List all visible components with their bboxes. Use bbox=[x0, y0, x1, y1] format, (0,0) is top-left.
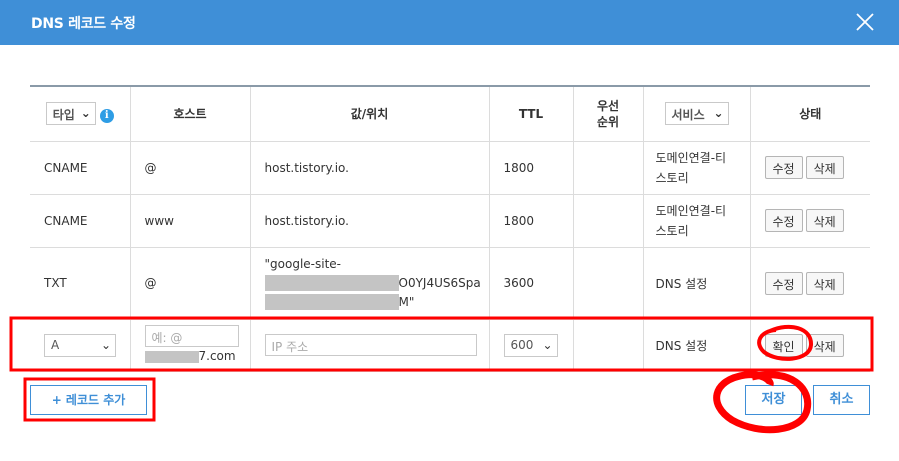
delete-button[interactable]: 삭제 bbox=[805, 333, 844, 357]
row-priority bbox=[573, 247, 644, 320]
service-filter-select[interactable]: 서비스 ⌄ bbox=[664, 102, 729, 126]
new-row-type: A ⌄ bbox=[30, 319, 131, 372]
ttl-select[interactable]: 600 ⌄ bbox=[503, 333, 558, 357]
row-type: TXT bbox=[30, 247, 131, 320]
row-priority bbox=[573, 194, 644, 248]
chevron-down-icon: ⌄ bbox=[80, 106, 91, 121]
row-service: DNS 설정 bbox=[643, 247, 751, 320]
redacted-block bbox=[144, 350, 199, 363]
row-actions: 수정 삭제 bbox=[750, 247, 870, 320]
row-priority bbox=[573, 141, 644, 195]
dns-records-table: 타입 ⌄ i 호스트 값/위치 TTL 우선 순위 서비스 ⌄ 상태 CNAME @ … bbox=[30, 85, 870, 372]
new-row-host: 예: @ 7.com bbox=[130, 319, 251, 372]
txt-value-line1: "google-site- bbox=[264, 256, 342, 271]
close-icon[interactable] bbox=[853, 10, 877, 34]
dialog-title: DNS 레코드 수정 bbox=[31, 16, 136, 32]
new-row-service: DNS 설정 bbox=[643, 319, 751, 372]
table-row: CNAME @ host.tistory.io. 1800 도메인연결-티 스토… bbox=[30, 141, 870, 195]
row-type: CNAME bbox=[30, 194, 131, 248]
new-row-priority bbox=[573, 319, 644, 372]
header-status: 상태 bbox=[750, 86, 870, 142]
row-ttl: 1800 bbox=[489, 194, 574, 248]
info-icon[interactable]: i bbox=[99, 108, 114, 123]
save-button[interactable]: 저장 bbox=[745, 385, 802, 415]
header-type: 타입 ⌄ i bbox=[30, 86, 131, 142]
chevron-down-icon: ⌄ bbox=[713, 106, 724, 121]
header-host: 호스트 bbox=[130, 86, 251, 142]
header-service: 서비스 ⌄ bbox=[643, 86, 751, 142]
new-row-value: IP 주소 bbox=[250, 319, 490, 372]
new-row-actions: 확인 삭제 bbox=[750, 319, 870, 372]
row-value: host.tistory.io. bbox=[250, 194, 490, 248]
type-filter-select[interactable]: 타입 ⌄ bbox=[45, 102, 96, 126]
cancel-button[interactable]: 취소 bbox=[813, 385, 870, 415]
row-host: www bbox=[130, 194, 251, 248]
delete-button[interactable]: 삭제 bbox=[805, 209, 844, 232]
row-type: CNAME bbox=[30, 141, 131, 195]
edit-button[interactable]: 수정 bbox=[764, 209, 803, 232]
new-record-row: A ⌄ 예: @ 7.com IP 주소 600 ⌄ DNS 설정 확인 삭제 bbox=[30, 319, 870, 372]
row-service: 도메인연결-티 스토리 bbox=[643, 194, 751, 248]
row-ttl: 1800 bbox=[489, 141, 574, 195]
host-input[interactable]: 예: @ bbox=[144, 325, 239, 347]
txt-value-line2: O0YJ4US6Spa bbox=[264, 274, 489, 293]
table-row: TXT @ "google-site- O0YJ4US6Spa M" 3600 … bbox=[30, 247, 870, 320]
table-header-row: 타입 ⌄ i 호스트 값/위치 TTL 우선 순위 서비스 ⌄ 상태 bbox=[30, 86, 870, 142]
table-row: CNAME www host.tistory.io. 1800 도메인연결-티 … bbox=[30, 194, 870, 248]
confirm-button[interactable]: 확인 bbox=[764, 333, 803, 357]
delete-button[interactable]: 삭제 bbox=[805, 271, 844, 295]
dialog-titlebar: DNS 레코드 수정 bbox=[0, 0, 899, 45]
row-host: @ bbox=[130, 141, 251, 195]
header-priority: 우선 순위 bbox=[573, 86, 644, 142]
redacted-block bbox=[264, 294, 399, 310]
chevron-down-icon: ⌄ bbox=[100, 337, 111, 352]
add-record-button[interactable]: + 레코드 추가 bbox=[30, 385, 147, 415]
delete-button[interactable]: 삭제 bbox=[805, 156, 844, 179]
new-row-ttl: 600 ⌄ bbox=[489, 319, 574, 372]
row-value: "google-site- O0YJ4US6Spa M" bbox=[250, 247, 490, 320]
row-service: 도메인연결-티 스토리 bbox=[643, 141, 751, 195]
type-select[interactable]: A ⌄ bbox=[44, 333, 116, 357]
chevron-down-icon: ⌄ bbox=[542, 337, 553, 352]
row-host: @ bbox=[130, 247, 251, 320]
ip-address-input[interactable]: IP 주소 bbox=[264, 334, 477, 356]
row-actions: 수정 삭제 bbox=[750, 141, 870, 195]
row-actions: 수정 삭제 bbox=[750, 194, 870, 248]
row-ttl: 3600 bbox=[489, 247, 574, 320]
host-domain-suffix: 7.com bbox=[144, 347, 250, 365]
redacted-block bbox=[264, 275, 399, 291]
row-value: host.tistory.io. bbox=[250, 141, 490, 195]
edit-button[interactable]: 수정 bbox=[764, 156, 803, 179]
edit-button[interactable]: 수정 bbox=[764, 271, 803, 295]
header-value: 값/위치 bbox=[250, 86, 490, 142]
txt-value-line3: M" bbox=[264, 293, 489, 312]
header-ttl: TTL bbox=[489, 86, 574, 142]
